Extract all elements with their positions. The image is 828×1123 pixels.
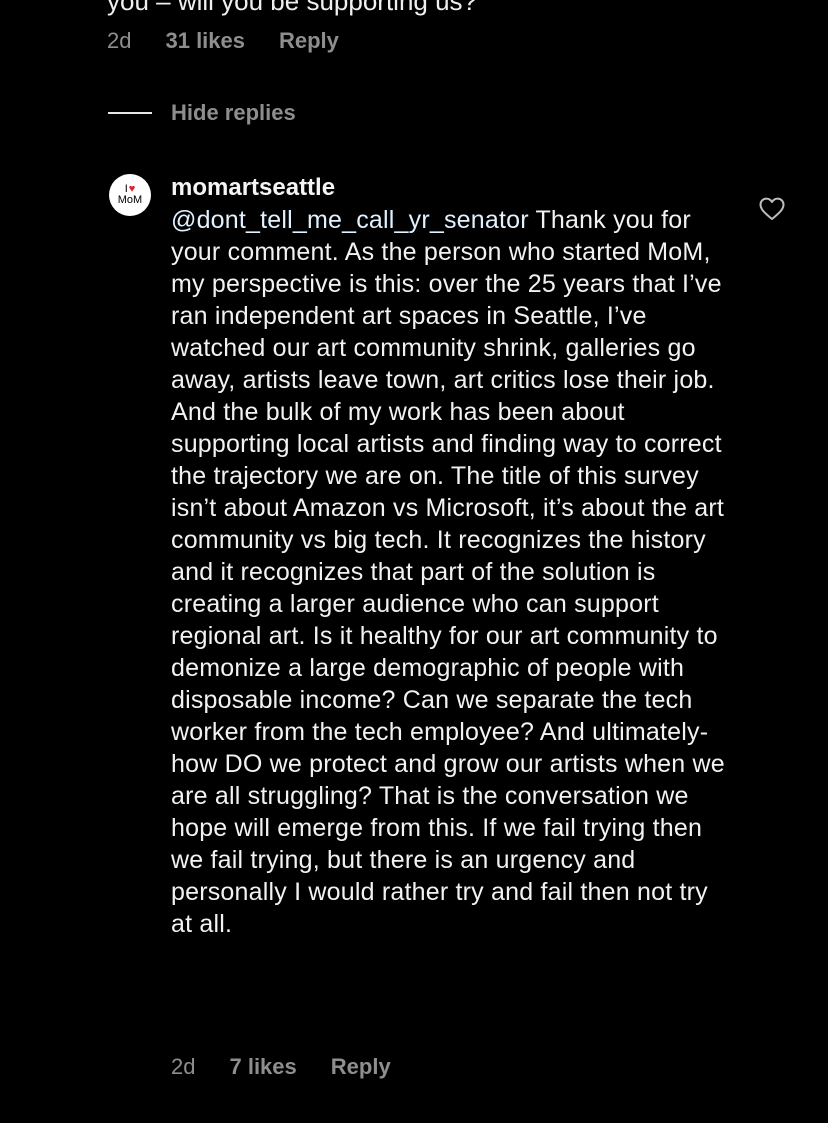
previous-comment-meta: 2d 31 likes Reply — [107, 28, 339, 54]
reply-button[interactable]: Reply — [331, 1054, 391, 1080]
like-button[interactable] — [759, 197, 785, 221]
comment-username[interactable]: momartseattle — [171, 172, 731, 204]
comment-body: @dont_tell_me_call_yr_senator Thank you … — [171, 204, 731, 940]
reply-button[interactable]: Reply — [279, 28, 339, 54]
comment-timestamp: 2d — [171, 1054, 196, 1079]
comment-text: Thank you for your comment. As the perso… — [171, 206, 725, 938]
likes-count[interactable]: 7 likes — [229, 1054, 296, 1080]
reply-comment: momartseattle @dont_tell_me_call_yr_sena… — [171, 172, 731, 940]
reply-comment-meta: 2d 7 likes Reply — [171, 1054, 391, 1080]
likes-count[interactable]: 31 likes — [165, 28, 245, 54]
user-mention-link[interactable]: @dont_tell_me_call_yr_senator — [171, 206, 529, 234]
heart-outline-icon — [759, 197, 785, 220]
avatar-logo-text: MoM — [117, 194, 143, 206]
previous-comment-text: you – will you be supporting us? — [107, 0, 478, 16]
avatar[interactable]: I ♥ MoM — [109, 174, 151, 216]
divider-line — [108, 112, 152, 114]
hide-replies-label: Hide replies — [171, 100, 296, 125]
hide-replies-button[interactable]: Hide replies — [108, 100, 296, 126]
comment-timestamp: 2d — [107, 28, 132, 53]
